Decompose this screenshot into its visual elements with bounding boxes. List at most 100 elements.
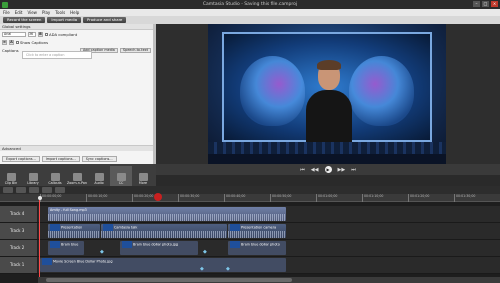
clip-name: Presentation camera — [241, 225, 277, 230]
clip-name: Amity - full Song.mp3 — [50, 208, 87, 212]
zoom-icon — [72, 172, 82, 181]
import-captions-button[interactable]: Import captions... — [41, 155, 80, 162]
clip-thumbnail — [42, 258, 52, 265]
window-title: Camtasia Studio - Saving this file.campr… — [202, 2, 298, 7]
settings-gear-icon[interactable] — [3, 187, 13, 193]
ruler-tick: 00:00:20;00 — [132, 194, 153, 202]
playhead-line — [39, 200, 40, 283]
captions-label: Captions — [2, 47, 19, 53]
video-preview[interactable] — [208, 24, 446, 164]
step-back-icon[interactable]: ◀◀ — [311, 167, 319, 173]
movie-screen — [222, 32, 432, 144]
tab-zoom-n-pan[interactable]: Zoom-n-Pan — [66, 166, 88, 186]
caption-input[interactable]: Click to enter a caption — [22, 51, 92, 59]
track-2: Track 2 Brain blue ◆ Brain blue dollar p… — [0, 240, 500, 257]
audio-clip[interactable]: Amity - full Song.mp3 — [48, 207, 286, 221]
transition-icon[interactable]: ◆ — [200, 266, 204, 272]
video-clip[interactable]: Camtasia talk — [101, 224, 227, 238]
ruler-tick: 00:00:10;00 — [86, 194, 107, 202]
clip-name: Presentation — [61, 225, 83, 230]
brain-right-image — [349, 56, 414, 126]
split-icon[interactable] — [55, 187, 65, 193]
track-4: Track 4 Amity - full Song.mp3 — [0, 206, 500, 223]
tab-clip-bin[interactable]: Clip Bin — [0, 166, 22, 186]
clip-thumbnail — [50, 224, 60, 231]
menu-edit[interactable]: Edit — [15, 10, 23, 15]
transition-icon[interactable]: ◆ — [100, 249, 104, 255]
align-left-icon[interactable]: ≡ — [2, 39, 7, 45]
speech-to-text-button[interactable]: Speech-to-text — [119, 47, 151, 53]
clip-bin-icon — [6, 172, 16, 181]
captions-panel: Global settings Arial 36 B ADA compliant… — [0, 24, 153, 164]
menu-play[interactable]: Play — [42, 10, 50, 15]
track-label[interactable]: Track 2 — [0, 240, 38, 256]
tab-audio[interactable]: Audio — [88, 166, 110, 186]
video-clip[interactable]: Presentation — [48, 224, 100, 238]
scrollbar-thumb[interactable] — [46, 278, 292, 282]
import-media-button[interactable]: Import media — [47, 17, 82, 23]
track-label[interactable]: Track 1 — [0, 257, 38, 273]
video-clip[interactable]: Presentation camera — [228, 224, 286, 238]
bold-button[interactable]: B — [38, 31, 43, 37]
timeline-ruler[interactable]: 00:00:00;00 00:00:10;00 00:00:20;00 00:0… — [0, 194, 500, 202]
track-label[interactable]: Track 4 — [0, 206, 38, 222]
ruler-tick: 00:01:10;00 — [362, 194, 383, 202]
image-clip[interactable]: Brain blue dollar photo — [228, 241, 286, 255]
cc-icon — [116, 172, 126, 181]
preview-status-bar — [156, 175, 500, 186]
clip-thumbnail — [103, 224, 113, 231]
ruler-tick: 00:00:50;00 — [270, 194, 291, 202]
next-clip-icon[interactable]: ⏭ — [351, 167, 356, 173]
step-forward-icon[interactable]: ▶▶ — [338, 167, 346, 173]
font-size-select[interactable]: 36 — [28, 31, 36, 37]
timeline-scrollbar[interactable] — [38, 277, 500, 283]
maximize-icon[interactable]: □ — [482, 1, 489, 7]
brain-left-image — [240, 56, 305, 126]
ada-compliant-checkbox[interactable]: ADA compliant — [45, 32, 77, 37]
undo-icon[interactable] — [16, 187, 26, 193]
track-label[interactable]: Track 3 — [0, 223, 38, 239]
tab-more[interactable]: More — [132, 166, 154, 186]
clip-thumbnail — [230, 241, 240, 248]
ruler-tick: 00:01:20;00 — [408, 194, 429, 202]
cut-icon[interactable] — [42, 187, 52, 193]
clip-name: Brain blue dollar photo — [241, 242, 280, 247]
advanced-header[interactable]: Advanced — [0, 145, 153, 151]
image-clip[interactable]: Movie Screen Blue Dollar Photo.jpg — [40, 258, 286, 272]
play-icon[interactable]: ▶ — [324, 166, 332, 173]
menu-view[interactable]: View — [27, 10, 37, 15]
redo-icon[interactable] — [29, 187, 39, 193]
show-captions-checkbox[interactable]: Show Captions — [16, 40, 48, 45]
clip-thumbnail — [230, 224, 240, 231]
theater-floor — [208, 154, 446, 164]
tab-callouts[interactable]: Callouts — [44, 166, 66, 186]
minimize-icon[interactable]: – — [473, 1, 480, 7]
show-captions-label: Show Captions — [20, 39, 49, 45]
tab-library[interactable]: Library — [22, 166, 44, 186]
more-icon — [138, 172, 148, 181]
ruler-tick: 00:00:30;00 — [178, 194, 199, 202]
clip-name: Movie Screen Blue Dollar Photo.jpg — [53, 259, 113, 264]
export-captions-button[interactable]: Export captions... — [2, 155, 40, 162]
record-screen-button[interactable]: Record the screen — [3, 17, 46, 23]
tab-captions[interactable]: CC — [110, 166, 132, 186]
close-icon[interactable]: × — [491, 1, 498, 7]
previous-clip-icon[interactable]: ⏮ — [300, 167, 305, 173]
menu-help[interactable]: Help — [70, 10, 79, 15]
text-color-icon[interactable]: A — [9, 39, 14, 45]
marker-icon[interactable] — [154, 193, 162, 201]
menu-file[interactable]: File — [3, 10, 10, 15]
image-clip[interactable]: Brain blue dollar photo.jpg — [120, 241, 198, 255]
image-clip[interactable]: Brain blue — [48, 241, 84, 255]
main-toolbar: Record the screen Import media Produce a… — [0, 16, 500, 24]
clip-name: Brain blue dollar photo.jpg — [133, 242, 179, 247]
transition-icon[interactable]: ◆ — [203, 249, 207, 255]
title-bar: Camtasia Studio - Saving this file.campr… — [0, 0, 500, 9]
produce-share-button[interactable]: Produce and share — [83, 17, 127, 23]
font-select[interactable]: Arial — [2, 31, 26, 37]
sync-captions-button[interactable]: Sync captions... — [81, 155, 117, 162]
font-row: Arial 36 B ADA compliant — [0, 30, 153, 38]
menu-tools[interactable]: Tools — [55, 10, 65, 15]
clip-thumbnail — [122, 241, 132, 248]
transition-icon[interactable]: ◆ — [226, 266, 230, 272]
